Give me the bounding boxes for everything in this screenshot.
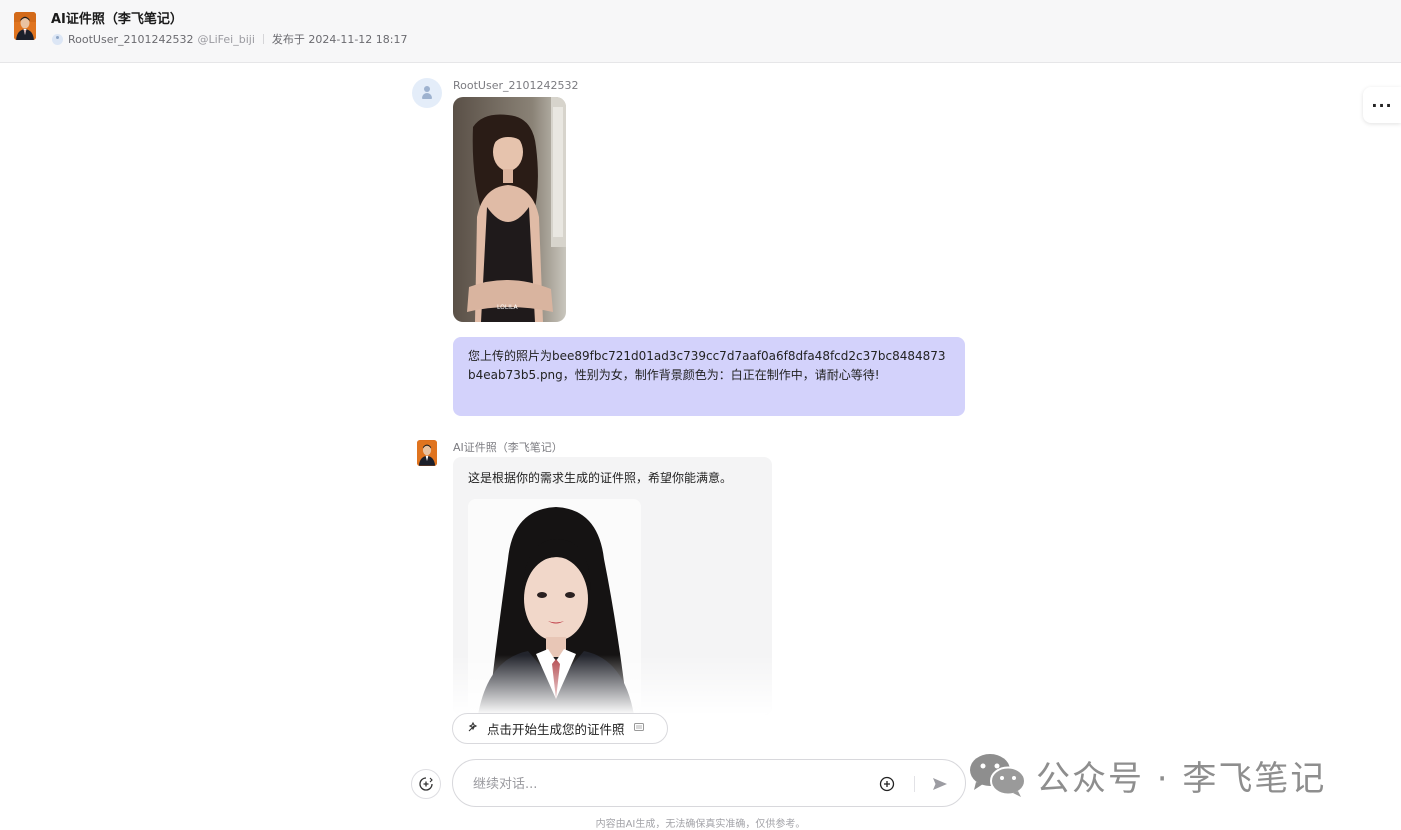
user-message-bubble: 您上传的照片为bee89fbc721d01ad3c739cc7d7aaf0a6f…: [453, 337, 965, 416]
ai-disclaimer: 内容由AI生成，无法确保真实准确，仅供参考。: [595, 819, 806, 830]
watermark-text: 公众号 · 李飞笔记: [1036, 758, 1327, 799]
author-handle: @LiFei_biji: [197, 32, 255, 46]
keyboard-icon: [633, 723, 644, 734]
chat-header: AI证件照（李飞笔记） RootUser_2101242532 @LiFei_b…: [0, 0, 1401, 63]
start-generate-button[interactable]: 点击开始生成您的证件照: [452, 713, 668, 744]
wechat-watermark: 公众号 · 李飞笔记: [968, 750, 1326, 800]
composer-divider: [914, 776, 915, 792]
bot-avatar[interactable]: [14, 12, 36, 40]
bot-sender-name: AI证件照（李飞笔记）: [453, 441, 563, 454]
photo-watermark: LOLILA: [497, 304, 518, 311]
bot-title: AI证件照（李飞笔记）: [51, 12, 183, 27]
new-chat-button[interactable]: [411, 769, 441, 799]
author-name[interactable]: RootUser_2101242532: [68, 33, 193, 46]
more-icon: ···: [1371, 95, 1393, 115]
header-meta: RootUser_2101242532 @LiFei_biji 发布于 2024…: [52, 31, 408, 47]
start-generate-label: 点击开始生成您的证件照: [487, 722, 625, 737]
message-fade-overlay: [453, 655, 772, 715]
publish-date: 发布于 2024-11-12 18:17: [271, 33, 408, 46]
user-avatar: [412, 78, 442, 108]
new-chat-icon: [419, 777, 433, 791]
user-mini-avatar: [52, 33, 63, 45]
uploaded-photo[interactable]: LOLILA: [453, 97, 566, 322]
meta-divider: [262, 34, 264, 44]
add-attachment-icon[interactable]: [879, 776, 895, 792]
chat-input[interactable]: [473, 774, 853, 794]
chat-composer: [452, 759, 966, 807]
send-icon[interactable]: [931, 775, 949, 793]
user-sender-name: RootUser_2101242532: [453, 79, 579, 92]
sparkle-icon: [467, 721, 479, 736]
wechat-icon: [968, 752, 1026, 798]
bot-message-bubble: 这是根据你的需求生成的证件照，希望你能满意。: [453, 457, 772, 715]
bot-message-avatar: [417, 440, 437, 466]
bot-message-text: 这是根据你的需求生成的证件照，希望你能满意。: [468, 471, 733, 485]
more-options-button[interactable]: ···: [1363, 87, 1401, 123]
